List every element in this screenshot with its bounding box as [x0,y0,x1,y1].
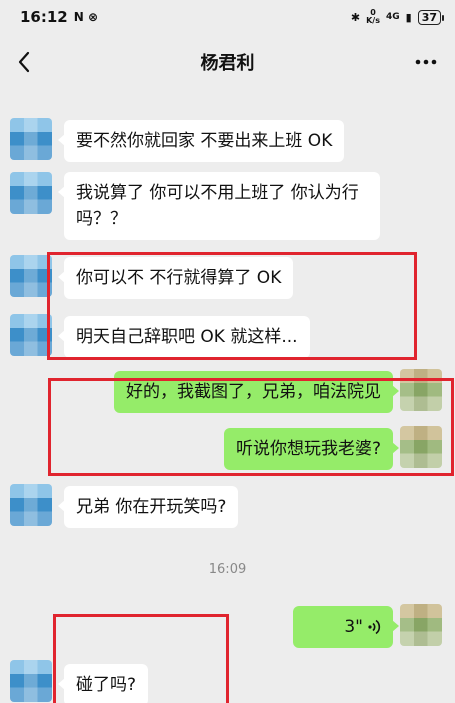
voice-wave-icon [368,619,381,635]
notification-icons: N ⊗ [73,10,99,24]
network-type: 4G [385,11,400,22]
network-speed: 0 K/s [366,9,380,25]
contact-avatar[interactable] [10,314,52,356]
incoming-message[interactable]: 碰了吗? [57,664,149,703]
status-bar: 16:12 N ⊗ ✱ 0 K/s 4G ▮ 37 [0,0,455,34]
message-timestamp: 16:09 [208,562,247,577]
contact-avatar[interactable] [10,118,52,160]
contact-avatar[interactable] [10,660,52,702]
status-left: 16:12 N ⊗ [20,8,98,26]
self-avatar[interactable] [400,369,442,411]
speed-unit: K/s [366,16,380,25]
signal-icon: ▮ [405,10,412,24]
outgoing-message[interactable]: 好的，我截图了，兄弟，咱法院见 [114,371,399,413]
voice-duration: 3" [344,617,363,637]
self-avatar[interactable] [400,426,442,468]
battery-indicator: 37 [417,9,445,25]
chat-header: 杨君利 [0,34,455,90]
contact-avatar[interactable] [10,172,52,214]
voice-message[interactable]: 3" [293,606,399,648]
chat-title: 杨君利 [200,53,255,74]
voice-content: 3" [305,614,381,640]
chevron-left-icon [18,51,30,73]
incoming-message[interactable]: 要不然你就回家 不要出来上班 OK [57,120,345,162]
incoming-message[interactable]: 你可以不 不行就得算了 OK [57,257,294,299]
bluetooth-icon: ✱ [350,10,361,24]
status-right: ✱ 0 K/s 4G ▮ 37 [350,9,445,25]
outgoing-message[interactable]: 听说你想玩我老婆? [223,428,400,470]
back-button[interactable] [10,48,38,76]
more-button[interactable] [413,48,439,76]
more-dots-icon [415,59,437,65]
self-avatar[interactable] [400,604,442,646]
incoming-message[interactable]: 我说算了 你可以不用上班了 你认为行吗？？ [58,172,380,240]
contact-avatar[interactable] [10,484,52,526]
incoming-message[interactable]: 兄弟 你在开玩笑吗? [57,486,239,528]
contact-avatar[interactable] [10,255,52,297]
status-time: 16:12 [20,8,68,26]
incoming-message[interactable]: 明天自己辞职吧 OK 就这样... [58,316,310,358]
